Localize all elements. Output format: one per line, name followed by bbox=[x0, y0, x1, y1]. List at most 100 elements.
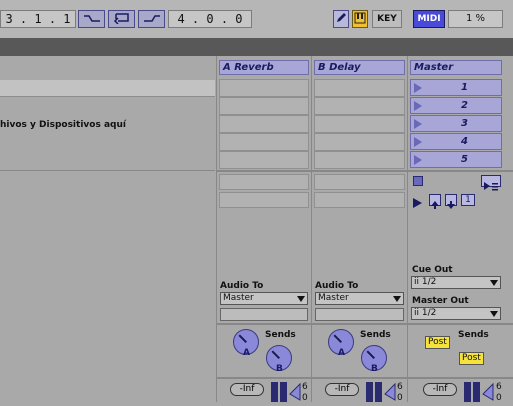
computer-midi-keyboard-button[interactable] bbox=[352, 10, 368, 28]
clip-slot[interactable] bbox=[219, 192, 309, 208]
song-position-display[interactable]: 3 . 1 . 1 bbox=[0, 10, 76, 28]
volume-slider[interactable] bbox=[288, 382, 302, 402]
post-toggle-button[interactable]: Post bbox=[425, 336, 450, 349]
clip-slot[interactable] bbox=[314, 79, 405, 97]
scene-down-button[interactable] bbox=[445, 194, 457, 209]
arrow-down-icon bbox=[447, 201, 455, 209]
post-toggle-button[interactable]: Post bbox=[459, 352, 484, 365]
punch-in-button[interactable] bbox=[78, 10, 105, 28]
master-out-select[interactable]: ii 1/2 bbox=[411, 307, 501, 320]
play-triangle-icon bbox=[414, 119, 422, 129]
loop-button[interactable] bbox=[108, 10, 135, 28]
fader-triangle-icon bbox=[289, 382, 301, 401]
stop-all-clips-button[interactable] bbox=[413, 176, 423, 186]
chevron-down-icon bbox=[490, 280, 498, 286]
fader-triangle-icon bbox=[482, 382, 494, 401]
selected-scene-row[interactable] bbox=[0, 80, 215, 97]
loop-icon bbox=[113, 13, 129, 24]
volume-display[interactable]: -Inf bbox=[230, 383, 264, 396]
session-header-strip bbox=[0, 38, 513, 56]
audio-to-channel-b[interactable] bbox=[315, 308, 404, 321]
sends-label: Sends bbox=[265, 330, 296, 340]
send-a-label: A bbox=[338, 348, 345, 358]
meter-scale-top: 6 bbox=[496, 382, 502, 392]
draw-mode-button[interactable] bbox=[333, 10, 349, 28]
clip-slot[interactable] bbox=[219, 97, 309, 115]
send-a-label: A bbox=[243, 348, 250, 358]
track-header-a-reverb[interactable]: A Reverb bbox=[219, 60, 309, 75]
play-triangle-icon bbox=[414, 83, 422, 93]
scene-launch-3[interactable]: 3 bbox=[410, 115, 502, 132]
scene-up-button[interactable] bbox=[429, 194, 441, 209]
cue-out-label: Cue Out bbox=[412, 265, 453, 275]
clip-slot[interactable] bbox=[219, 79, 309, 97]
cue-out-value: ii 1/2 bbox=[414, 277, 437, 287]
track-header-b-delay[interactable]: B Delay bbox=[314, 60, 405, 75]
divider bbox=[0, 170, 215, 171]
divider bbox=[216, 56, 217, 402]
sends-label: Sends bbox=[360, 330, 391, 340]
cpu-meter: 1 % bbox=[448, 10, 503, 28]
level-meter bbox=[271, 382, 278, 402]
punch-out-button[interactable] bbox=[138, 10, 165, 28]
cue-out-select[interactable]: ii 1/2 bbox=[411, 276, 501, 289]
loop-length-display[interactable]: 4 . 0 . 0 bbox=[168, 10, 252, 28]
clip-slot[interactable] bbox=[314, 97, 405, 115]
level-meter bbox=[375, 382, 382, 402]
clip-slot[interactable] bbox=[314, 115, 405, 133]
midi-map-button[interactable]: MIDI bbox=[413, 10, 445, 28]
audio-to-select-a[interactable]: Master bbox=[220, 292, 308, 305]
play-list-icon bbox=[484, 182, 498, 191]
clip-slot[interactable] bbox=[314, 192, 405, 208]
volume-slider[interactable] bbox=[383, 382, 397, 402]
scene-launch-4[interactable]: 4 bbox=[410, 133, 502, 150]
play-triangle-icon bbox=[414, 155, 422, 165]
meter-scale-top: 6 bbox=[397, 382, 403, 392]
clip-stop-slot[interactable] bbox=[314, 174, 405, 190]
divider bbox=[216, 323, 513, 325]
level-meter bbox=[473, 382, 480, 402]
clip-stop-slot[interactable] bbox=[219, 174, 309, 190]
master-out-label: Master Out bbox=[412, 296, 469, 306]
audio-to-label: Audio To bbox=[220, 281, 264, 291]
audio-to-label: Audio To bbox=[315, 281, 359, 291]
volume-display[interactable]: -Inf bbox=[423, 383, 457, 396]
level-meter bbox=[366, 382, 373, 402]
clip-slot[interactable] bbox=[314, 151, 405, 169]
scene-launch-2[interactable]: 2 bbox=[410, 97, 502, 114]
send-b-label: B bbox=[371, 364, 378, 374]
track-header-master[interactable]: Master bbox=[410, 60, 502, 75]
volume-slider[interactable] bbox=[481, 382, 495, 402]
scene-count-display[interactable]: 1 bbox=[461, 194, 475, 206]
chevron-down-icon bbox=[393, 296, 401, 302]
fader-triangle-icon bbox=[384, 382, 396, 401]
chevron-down-icon bbox=[297, 296, 305, 302]
piano-keys-icon bbox=[354, 12, 366, 24]
arrow-up-icon bbox=[431, 201, 439, 209]
scene-launch-5[interactable]: 5 bbox=[410, 151, 502, 168]
audio-to-value: Master bbox=[318, 293, 349, 303]
drop-files-hint: hivos y Dispositivos aquí bbox=[0, 120, 126, 130]
play-scene-button[interactable] bbox=[412, 194, 425, 208]
scene-launch-1[interactable]: 1 bbox=[410, 79, 502, 96]
meter-scale-top: 6 bbox=[302, 382, 308, 392]
chevron-down-icon bbox=[490, 311, 498, 317]
play-triangle-icon bbox=[414, 137, 422, 147]
scene-list-button[interactable] bbox=[481, 175, 501, 191]
punch-out-icon bbox=[143, 15, 160, 22]
pencil-icon bbox=[337, 13, 346, 22]
audio-to-channel-a[interactable] bbox=[220, 308, 308, 321]
clip-slot[interactable] bbox=[219, 115, 309, 133]
key-map-button[interactable]: KEY bbox=[372, 10, 402, 28]
level-meter bbox=[464, 382, 471, 402]
play-triangle-icon bbox=[414, 101, 422, 111]
clip-slot[interactable] bbox=[219, 133, 309, 151]
send-b-label: B bbox=[276, 364, 283, 374]
play-icon bbox=[413, 198, 422, 208]
clip-slot[interactable] bbox=[219, 151, 309, 169]
divider bbox=[216, 377, 513, 379]
volume-display[interactable]: -Inf bbox=[325, 383, 359, 396]
audio-to-value: Master bbox=[223, 293, 254, 303]
clip-slot[interactable] bbox=[314, 133, 405, 151]
audio-to-select-b[interactable]: Master bbox=[315, 292, 404, 305]
